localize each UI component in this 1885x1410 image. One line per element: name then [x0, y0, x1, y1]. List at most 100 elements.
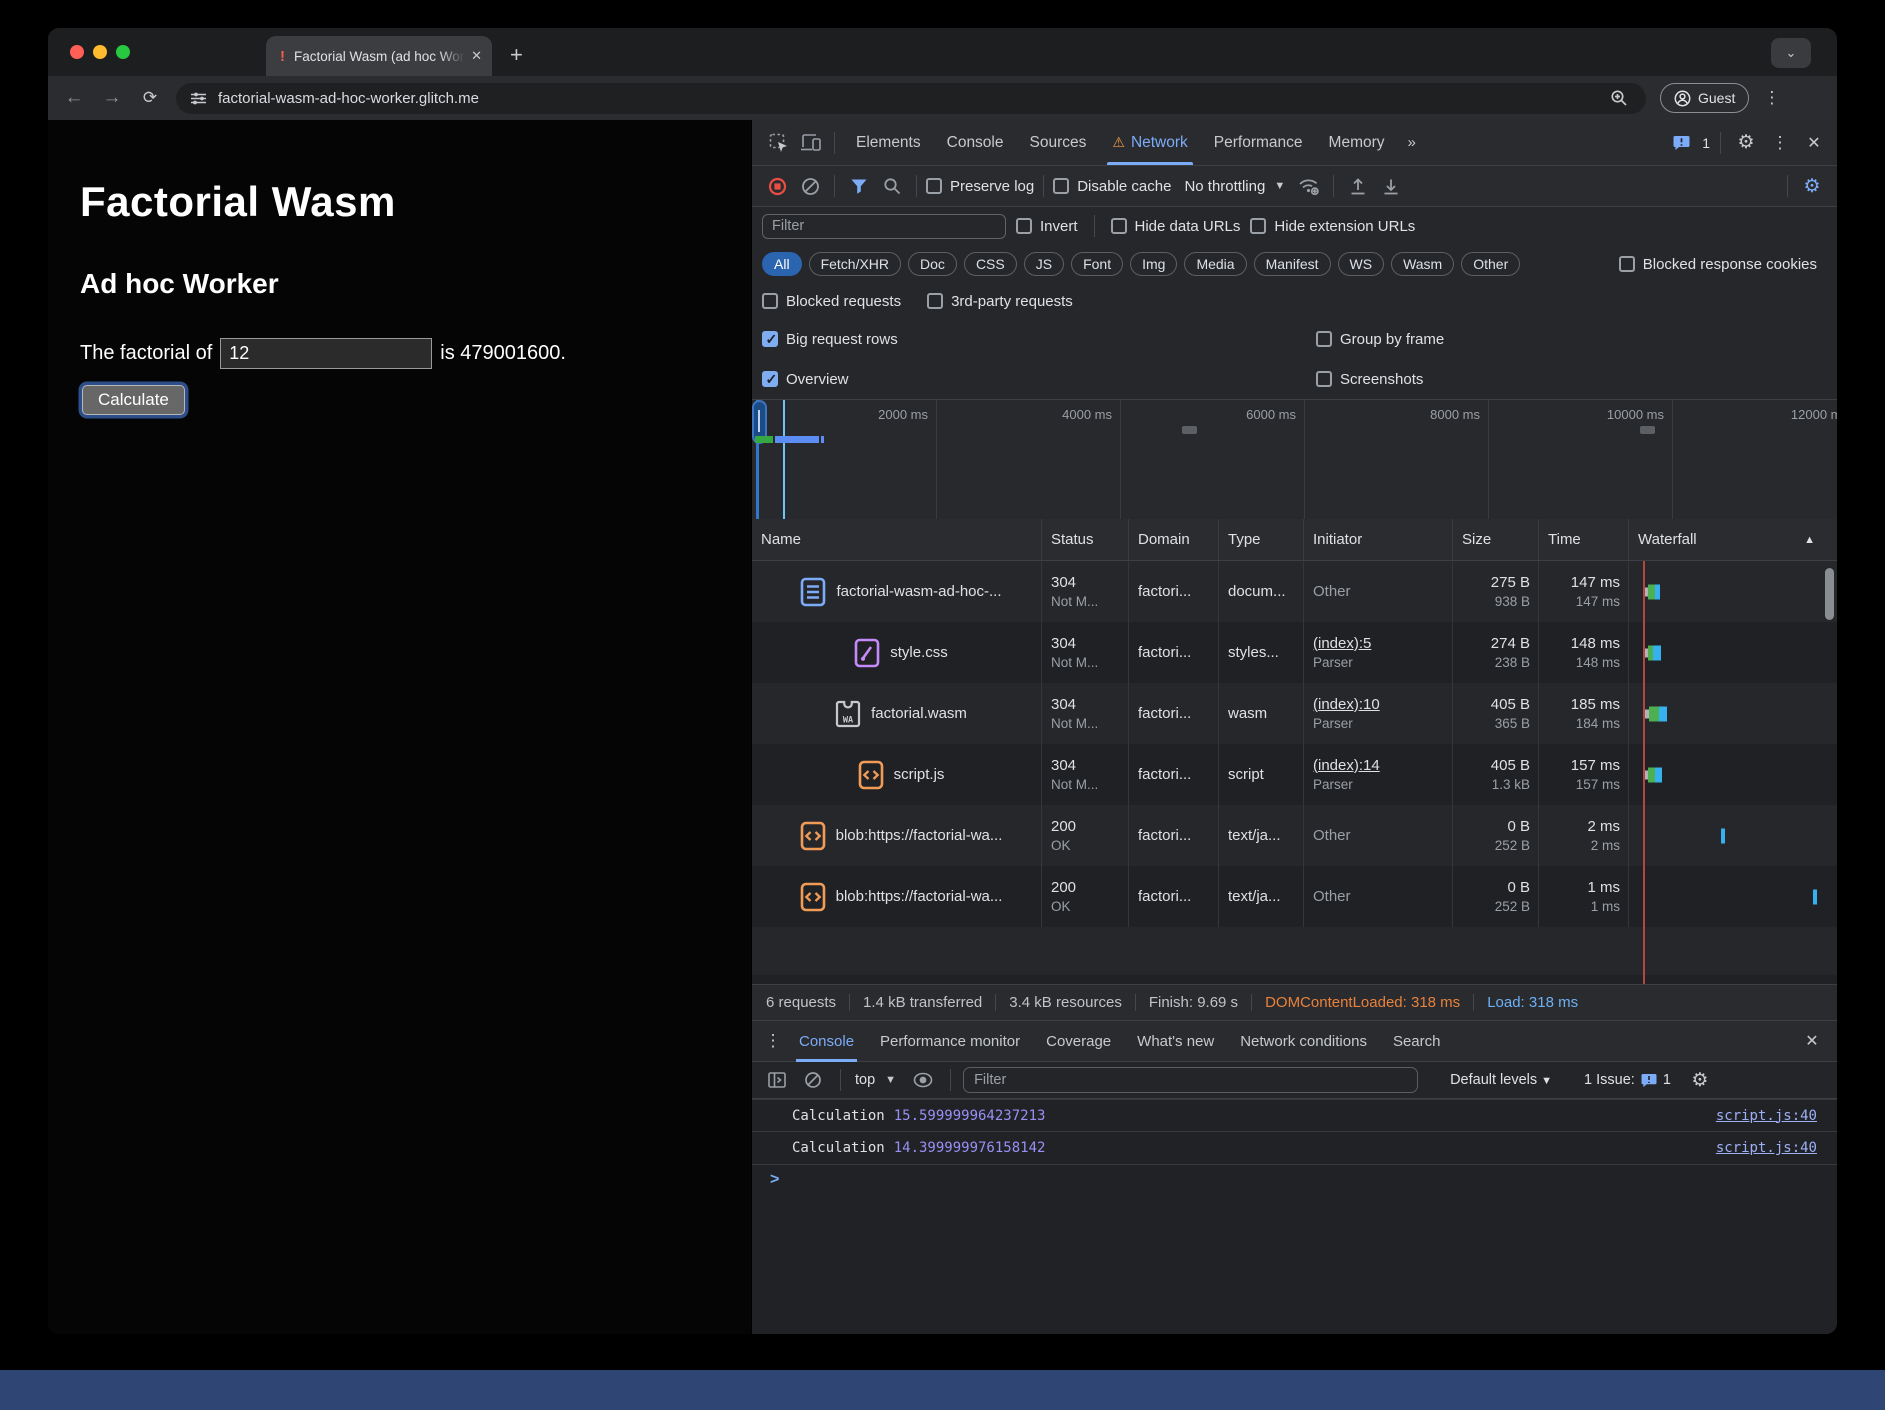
- more-tabs-button[interactable]: »: [1400, 134, 1424, 151]
- browser-menu-button[interactable]: ⋮: [1763, 88, 1780, 108]
- column-header-status[interactable]: Status: [1042, 519, 1129, 560]
- checkbox-checked[interactable]: [762, 331, 778, 347]
- import-har-icon[interactable]: [1343, 172, 1373, 200]
- column-header-type[interactable]: Type: [1219, 519, 1304, 560]
- console-filter-input[interactable]: [963, 1067, 1418, 1093]
- profile-button[interactable]: Guest: [1660, 83, 1749, 113]
- table-row[interactable]: style.css304Not M...factori...styles...(…: [752, 622, 1837, 683]
- checkbox-unchecked[interactable]: [1250, 218, 1266, 234]
- drawer-tab-what-s-new[interactable]: What's new: [1124, 1021, 1227, 1062]
- chip-fetch-xhr[interactable]: Fetch/XHR: [809, 252, 901, 276]
- checkbox-unchecked[interactable]: [926, 178, 942, 194]
- url-bar[interactable]: factorial-wasm-ad-hoc-worker.glitch.me: [176, 83, 1646, 114]
- tab-elements[interactable]: Elements: [843, 120, 934, 165]
- request-name-cell[interactable]: factorial-wasm-ad-hoc-...: [752, 561, 1042, 622]
- request-name-cell[interactable]: style.css: [752, 622, 1042, 683]
- issues-counter[interactable]: 1 Issue: 1: [1584, 1072, 1671, 1088]
- request-name-cell[interactable]: blob:https://factorial-wa...: [752, 866, 1042, 927]
- drawer-menu-icon[interactable]: ⋮: [762, 1027, 784, 1055]
- initiator-link[interactable]: (index):14: [1313, 756, 1452, 776]
- calculate-button[interactable]: Calculate: [82, 385, 185, 415]
- new-tab-button[interactable]: +: [510, 44, 523, 66]
- close-window-button[interactable]: [70, 45, 84, 59]
- column-header-domain[interactable]: Domain: [1129, 519, 1219, 560]
- overview-checkbox[interactable]: Overview: [762, 371, 1316, 388]
- devtools-close-icon[interactable]: ✕: [1799, 129, 1829, 157]
- chip-font[interactable]: Font: [1071, 252, 1123, 276]
- column-header-size[interactable]: Size: [1453, 519, 1539, 560]
- clear-console-icon[interactable]: [798, 1066, 828, 1094]
- tab-performance[interactable]: Performance: [1201, 120, 1316, 165]
- factorial-input[interactable]: [220, 338, 432, 369]
- group-by-frame-checkbox[interactable]: Group by frame: [1316, 331, 1827, 348]
- chip-img[interactable]: Img: [1130, 252, 1177, 276]
- screenshots-checkbox[interactable]: Screenshots: [1316, 371, 1827, 388]
- tab-console[interactable]: Console: [934, 120, 1017, 165]
- tab-search-button[interactable]: ⌄: [1771, 38, 1811, 68]
- table-row[interactable]: blob:https://factorial-wa...200OKfactori…: [752, 805, 1837, 866]
- tab-network[interactable]: ⚠Network: [1099, 120, 1200, 165]
- table-row[interactable]: factorial-wasm-ad-hoc-...304Not M...fact…: [752, 561, 1837, 622]
- chip-all[interactable]: All: [762, 252, 802, 276]
- issues-icon[interactable]: [1666, 129, 1696, 157]
- column-header-initiator[interactable]: Initiator: [1304, 519, 1453, 560]
- chip-doc[interactable]: Doc: [908, 252, 957, 276]
- preserve-log-checkbox[interactable]: Preserve log: [926, 178, 1034, 195]
- forward-button[interactable]: →: [100, 87, 124, 109]
- drawer-tab-network-conditions[interactable]: Network conditions: [1227, 1021, 1380, 1062]
- drawer-tab-console[interactable]: Console: [786, 1021, 867, 1062]
- chip-css[interactable]: CSS: [964, 252, 1017, 276]
- blocked-response-cookies-checkbox[interactable]: Blocked response cookies: [1619, 256, 1817, 273]
- initiator-link[interactable]: (index):10: [1313, 695, 1452, 715]
- clear-network-log-icon[interactable]: [795, 172, 825, 200]
- column-header-name[interactable]: Name: [752, 519, 1042, 560]
- checkbox-unchecked[interactable]: [1016, 218, 1032, 234]
- checkbox-unchecked[interactable]: [1316, 371, 1332, 387]
- inspect-element-icon[interactable]: [764, 129, 794, 157]
- url-text[interactable]: factorial-wasm-ad-hoc-worker.glitch.me: [218, 90, 1594, 107]
- drawer-tab-coverage[interactable]: Coverage: [1033, 1021, 1124, 1062]
- table-row[interactable]: script.js304Not M...factori...script(ind…: [752, 744, 1837, 805]
- column-header-time[interactable]: Time: [1539, 519, 1629, 560]
- back-button[interactable]: ←: [62, 87, 86, 109]
- hide-extension-urls-checkbox[interactable]: Hide extension URLs: [1250, 218, 1415, 235]
- throttling-dropdown[interactable]: No throttling: [1184, 178, 1265, 195]
- chip-other[interactable]: Other: [1461, 252, 1520, 276]
- checkbox-checked[interactable]: [762, 371, 778, 387]
- filter-funnel-icon[interactable]: [844, 172, 874, 200]
- hide-data-urls-checkbox[interactable]: Hide data URLs: [1111, 218, 1241, 235]
- request-name-cell[interactable]: blob:https://factorial-wa...: [752, 805, 1042, 866]
- export-har-icon[interactable]: [1376, 172, 1406, 200]
- checkbox-unchecked[interactable]: [1053, 178, 1069, 194]
- browser-tab[interactable]: ! Factorial Wasm (ad hoc Worl ✕: [266, 36, 492, 76]
- console-source-link[interactable]: script.js:40: [1716, 1108, 1817, 1124]
- big-request-rows-checkbox[interactable]: Big request rows: [762, 331, 1316, 348]
- disable-cache-checkbox[interactable]: Disable cache: [1053, 178, 1171, 195]
- console-settings-icon[interactable]: ⚙: [1685, 1066, 1715, 1094]
- live-expression-icon[interactable]: [908, 1066, 938, 1094]
- default-levels-dropdown[interactable]: Default levels ▼: [1450, 1072, 1552, 1088]
- network-overview-timeline[interactable]: 2000 ms4000 ms6000 ms8000 ms10000 ms1200…: [752, 399, 1837, 519]
- network-settings-icon[interactable]: ⚙: [1797, 172, 1827, 200]
- issues-count[interactable]: 1: [1702, 135, 1710, 151]
- column-header-waterfall[interactable]: Waterfall▲: [1629, 519, 1837, 560]
- checkbox-unchecked[interactable]: [762, 293, 778, 309]
- devtools-menu-icon[interactable]: ⋮: [1765, 129, 1795, 157]
- request-name-cell[interactable]: script.js: [752, 744, 1042, 805]
- drawer-tab-search[interactable]: Search: [1380, 1021, 1454, 1062]
- tab-sources[interactable]: Sources: [1017, 120, 1100, 165]
- table-row[interactable]: blob:https://factorial-wa...200OKfactori…: [752, 866, 1837, 927]
- table-scrollbar[interactable]: [1825, 568, 1834, 620]
- chip-ws[interactable]: WS: [1338, 252, 1385, 276]
- tab-memory[interactable]: Memory: [1316, 120, 1398, 165]
- reload-button[interactable]: ⟳: [138, 88, 162, 108]
- fullscreen-window-button[interactable]: [116, 45, 130, 59]
- console-prompt[interactable]: >: [752, 1165, 1837, 1195]
- context-selector[interactable]: top: [855, 1072, 875, 1088]
- drawer-close-icon[interactable]: ✕: [1797, 1027, 1827, 1055]
- request-name-cell[interactable]: WAfactorial.wasm: [752, 683, 1042, 744]
- console-sidebar-icon[interactable]: [762, 1066, 792, 1094]
- network-filter-input[interactable]: [762, 214, 1006, 239]
- checkbox-unchecked[interactable]: [927, 293, 943, 309]
- network-conditions-icon[interactable]: [1294, 172, 1324, 200]
